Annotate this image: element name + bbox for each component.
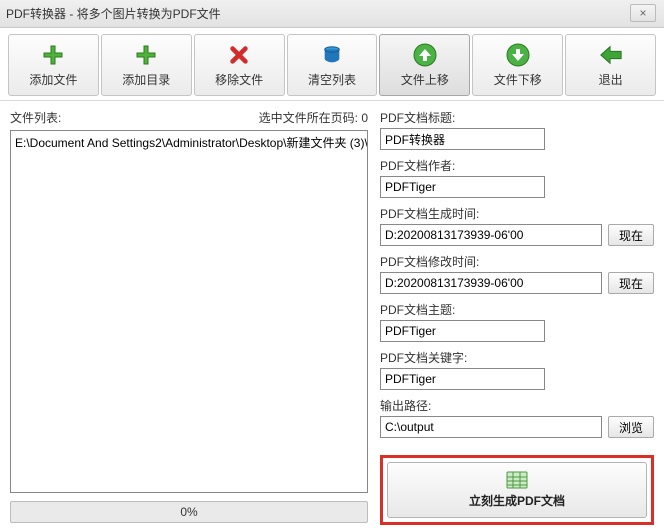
generate-pdf-button[interactable]: 立刻生成PDF文档 (387, 462, 647, 518)
doc-keywords-input[interactable] (380, 368, 545, 390)
list-item[interactable]: E:\Document And Settings2\Administrator\… (15, 133, 363, 152)
browse-button[interactable]: 浏览 (608, 416, 654, 438)
remove-file-label: 移除文件 (215, 71, 263, 88)
app-window: PDF转换器 - 将多个图片转换为PDF文件 × 添加文件 添加目录 移除文件 (0, 0, 664, 530)
output-path-label: 输出路径: (380, 397, 654, 414)
arrow-up-icon (413, 43, 437, 67)
titlebar: PDF转换器 - 将多个图片转换为PDF文件 × (0, 0, 664, 28)
doc-subject-input[interactable] (380, 320, 545, 342)
clear-list-button[interactable]: 清空列表 (287, 34, 378, 96)
document-icon (506, 471, 528, 489)
clear-list-label: 清空列表 (308, 71, 356, 88)
exit-label: 退出 (599, 71, 623, 88)
remove-icon (227, 43, 251, 67)
selected-page-info: 选中文件所在页码: 0 (259, 109, 368, 126)
add-dir-label: 添加目录 (122, 71, 170, 88)
doc-subject-label: PDF文档主题: (380, 301, 654, 318)
progress-text: 0% (180, 505, 197, 519)
created-now-button[interactable]: 现在 (608, 224, 654, 246)
doc-title-input[interactable] (380, 128, 545, 150)
doc-title-label: PDF文档标题: (380, 109, 654, 126)
generate-highlight: 立刻生成PDF文档 (380, 455, 654, 525)
doc-created-label: PDF文档生成时间: (380, 205, 654, 222)
file-list-label: 文件列表: (10, 109, 61, 126)
doc-created-input[interactable] (380, 224, 602, 246)
move-down-label: 文件下移 (494, 71, 542, 88)
file-list[interactable]: E:\Document And Settings2\Administrator\… (10, 130, 368, 493)
add-file-label: 添加文件 (29, 71, 77, 88)
window-title: PDF转换器 - 将多个图片转换为PDF文件 (6, 5, 221, 22)
move-up-label: 文件上移 (401, 71, 449, 88)
folder-plus-icon (134, 43, 158, 67)
arrow-down-icon (506, 43, 530, 67)
add-file-button[interactable]: 添加文件 (8, 34, 99, 96)
doc-author-input[interactable] (380, 176, 545, 198)
remove-file-button[interactable]: 移除文件 (194, 34, 285, 96)
doc-author-label: PDF文档作者: (380, 157, 654, 174)
window-close-button[interactable]: × (630, 4, 656, 22)
move-up-button[interactable]: 文件上移 (379, 34, 470, 96)
modified-now-button[interactable]: 现在 (608, 272, 654, 294)
toolbar: 添加文件 添加目录 移除文件 清空列表 文件上移 (0, 28, 664, 101)
plus-icon (41, 43, 65, 67)
exit-icon (599, 43, 623, 67)
exit-button[interactable]: 退出 (565, 34, 656, 96)
right-panel: PDF文档标题: PDF文档作者: PDF文档生成时间: 现在 PDF文档修改时… (380, 109, 654, 523)
doc-modified-input[interactable] (380, 272, 602, 294)
move-down-button[interactable]: 文件下移 (472, 34, 563, 96)
output-path-input[interactable] (380, 416, 602, 438)
add-dir-button[interactable]: 添加目录 (101, 34, 192, 96)
left-panel: 文件列表: 选中文件所在页码: 0 E:\Document And Settin… (10, 109, 368, 523)
close-icon: × (639, 6, 646, 20)
left-header: 文件列表: 选中文件所在页码: 0 (10, 109, 368, 126)
progress-bar: 0% (10, 501, 368, 523)
doc-modified-label: PDF文档修改时间: (380, 253, 654, 270)
doc-keywords-label: PDF文档关键字: (380, 349, 654, 366)
trash-icon (320, 43, 344, 67)
content-area: 文件列表: 选中文件所在页码: 0 E:\Document And Settin… (0, 101, 664, 531)
generate-pdf-label: 立刻生成PDF文档 (469, 492, 565, 509)
